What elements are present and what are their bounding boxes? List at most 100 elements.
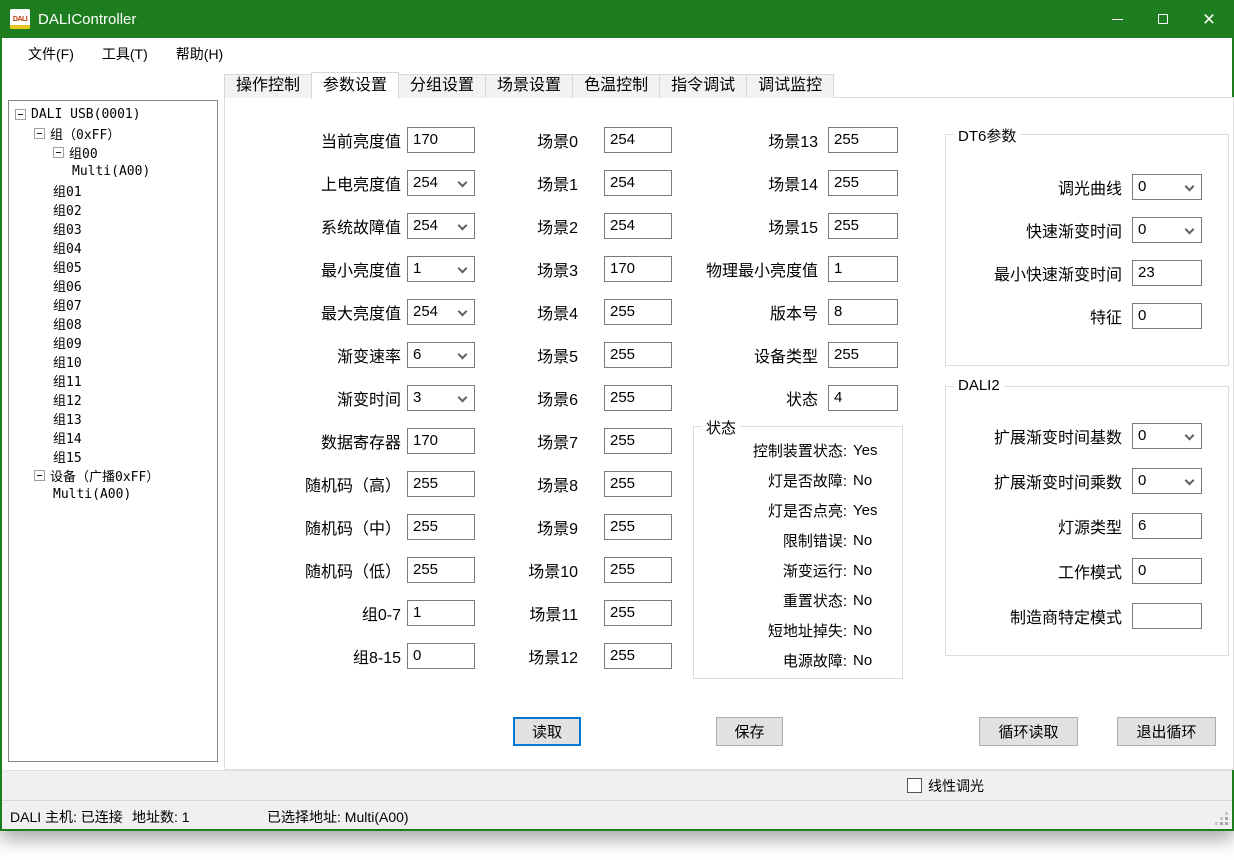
linear-dimming-checkbox[interactable] [907,778,922,793]
dt6-input-2[interactable]: 23 [1132,260,1202,286]
tree-node[interactable]: 组05 [9,257,217,276]
dt6-combo-1[interactable]: 0 [1132,217,1202,243]
param-combo-5[interactable]: 6 [407,342,475,368]
resize-grip-icon[interactable] [1214,811,1228,825]
scene-label-2: 场景2 [483,214,578,238]
collapse-icon[interactable] [34,470,45,481]
loop-read-button[interactable]: 循环读取 [979,717,1078,746]
scene-input-6[interactable]: 255 [604,385,672,411]
scene-input-1[interactable]: 254 [604,170,672,196]
exit-loop-button[interactable]: 退出循环 [1117,717,1216,746]
tree-node[interactable]: DALI USB(0001) [9,105,217,124]
tree-node[interactable]: 组11 [9,371,217,390]
close-button[interactable]: × [1186,0,1232,38]
param-input-0[interactable]: 170 [407,127,475,153]
tree-node[interactable]: 组01 [9,181,217,200]
maximize-button[interactable] [1140,0,1186,38]
scene2-input-3[interactable]: 1 [828,256,898,282]
dali2-input-2[interactable]: 6 [1132,513,1202,539]
dali2-combo-1[interactable]: 0 [1132,468,1202,494]
dali2-input-3[interactable]: 0 [1132,558,1202,584]
scene2-input-2[interactable]: 255 [828,213,898,239]
scene-input-7[interactable]: 255 [604,428,672,454]
dt6-input-3[interactable]: 0 [1132,303,1202,329]
scene2-input-0[interactable]: 255 [828,127,898,153]
menu-item-2[interactable]: 帮助(H) [162,38,237,70]
tree-node[interactable]: 组14 [9,428,217,447]
dali2-input-4[interactable] [1132,603,1202,629]
menu-item-1[interactable]: 工具(T) [88,38,162,70]
status-label-3: 限制错误: [694,530,847,551]
tree-node[interactable]: 组10 [9,352,217,371]
status-label-0: 控制装置状态: [694,440,847,461]
scene-input-5[interactable]: 255 [604,342,672,368]
tree-node[interactable]: 组09 [9,333,217,352]
status-value-2: Yes [853,502,877,519]
tree-node[interactable]: Multi(A00) [9,485,217,504]
param-combo-6[interactable]: 3 [407,385,475,411]
param-input-11[interactable]: 1 [407,600,475,626]
dali2-combo-0[interactable]: 0 [1132,423,1202,449]
status-value-4: No [853,562,872,579]
scene2-input-5[interactable]: 255 [828,342,898,368]
param-input-12[interactable]: 0 [407,643,475,669]
read-button[interactable]: 读取 [513,717,581,746]
menu-item-0[interactable]: 文件(F) [14,38,88,70]
scene-input-12[interactable]: 255 [604,643,672,669]
dt6-combo-0[interactable]: 0 [1132,174,1202,200]
tab-5[interactable]: 指令调试 [659,74,747,98]
tree-node[interactable]: 组03 [9,219,217,238]
tree-node[interactable]: 组00 [9,143,217,162]
scene-label-12: 场景12 [483,644,578,668]
tab-1[interactable]: 参数设置 [311,72,399,99]
tree-node[interactable]: 组13 [9,409,217,428]
param-combo-1[interactable]: 254 [407,170,475,196]
param-combo-4[interactable]: 254 [407,299,475,325]
scene2-input-6[interactable]: 4 [828,385,898,411]
tree-node-label: 组03 [53,219,82,238]
param-input-9[interactable]: 255 [407,514,475,540]
scene-input-2[interactable]: 254 [604,213,672,239]
tree-node[interactable]: 组07 [9,295,217,314]
scene-label-5: 场景5 [483,343,578,367]
scene-input-3[interactable]: 170 [604,256,672,282]
device-tree[interactable]: DALI USB(0001)组（0xFF）组00Multi(A00)组01组02… [8,100,218,762]
tab-4[interactable]: 色温控制 [572,74,660,98]
minimize-button[interactable] [1094,0,1140,38]
scene-input-11[interactable]: 255 [604,600,672,626]
chevron-down-icon [458,392,468,402]
scene2-input-1[interactable]: 255 [828,170,898,196]
scene-input-9[interactable]: 255 [604,514,672,540]
tree-node[interactable]: 组08 [9,314,217,333]
param-label-5: 渐变速率 [243,343,401,367]
scene2-input-4[interactable]: 8 [828,299,898,325]
status-value-1: No [853,472,872,489]
collapse-icon[interactable] [53,147,64,158]
collapse-icon[interactable] [34,128,45,139]
collapse-icon[interactable] [15,109,26,120]
scene-input-4[interactable]: 255 [604,299,672,325]
tab-3[interactable]: 场景设置 [485,74,573,98]
save-button[interactable]: 保存 [716,717,783,746]
address-count: 地址数: 1 [132,807,190,827]
tab-6[interactable]: 调试监控 [746,74,834,98]
scene-input-10[interactable]: 255 [604,557,672,583]
tree-node[interactable]: 组（0xFF） [9,124,217,143]
tree-node[interactable]: Multi(A00) [9,162,217,181]
scene-input-0[interactable]: 254 [604,127,672,153]
tree-node[interactable]: 组15 [9,447,217,466]
param-combo-2[interactable]: 254 [407,213,475,239]
param-input-10[interactable]: 255 [407,557,475,583]
tree-node[interactable]: 设备（广播0xFF） [9,466,217,485]
tab-0[interactable]: 操作控制 [224,74,312,98]
param-input-8[interactable]: 255 [407,471,475,497]
tree-node[interactable]: 组02 [9,200,217,219]
param-input-7[interactable]: 170 [407,428,475,454]
tree-node[interactable]: 组06 [9,276,217,295]
tree-node[interactable]: 组12 [9,390,217,409]
param-combo-3[interactable]: 1 [407,256,475,282]
scene-row: 场景9255 [483,505,672,548]
tab-2[interactable]: 分组设置 [398,74,486,98]
tree-node[interactable]: 组04 [9,238,217,257]
scene-input-8[interactable]: 255 [604,471,672,497]
